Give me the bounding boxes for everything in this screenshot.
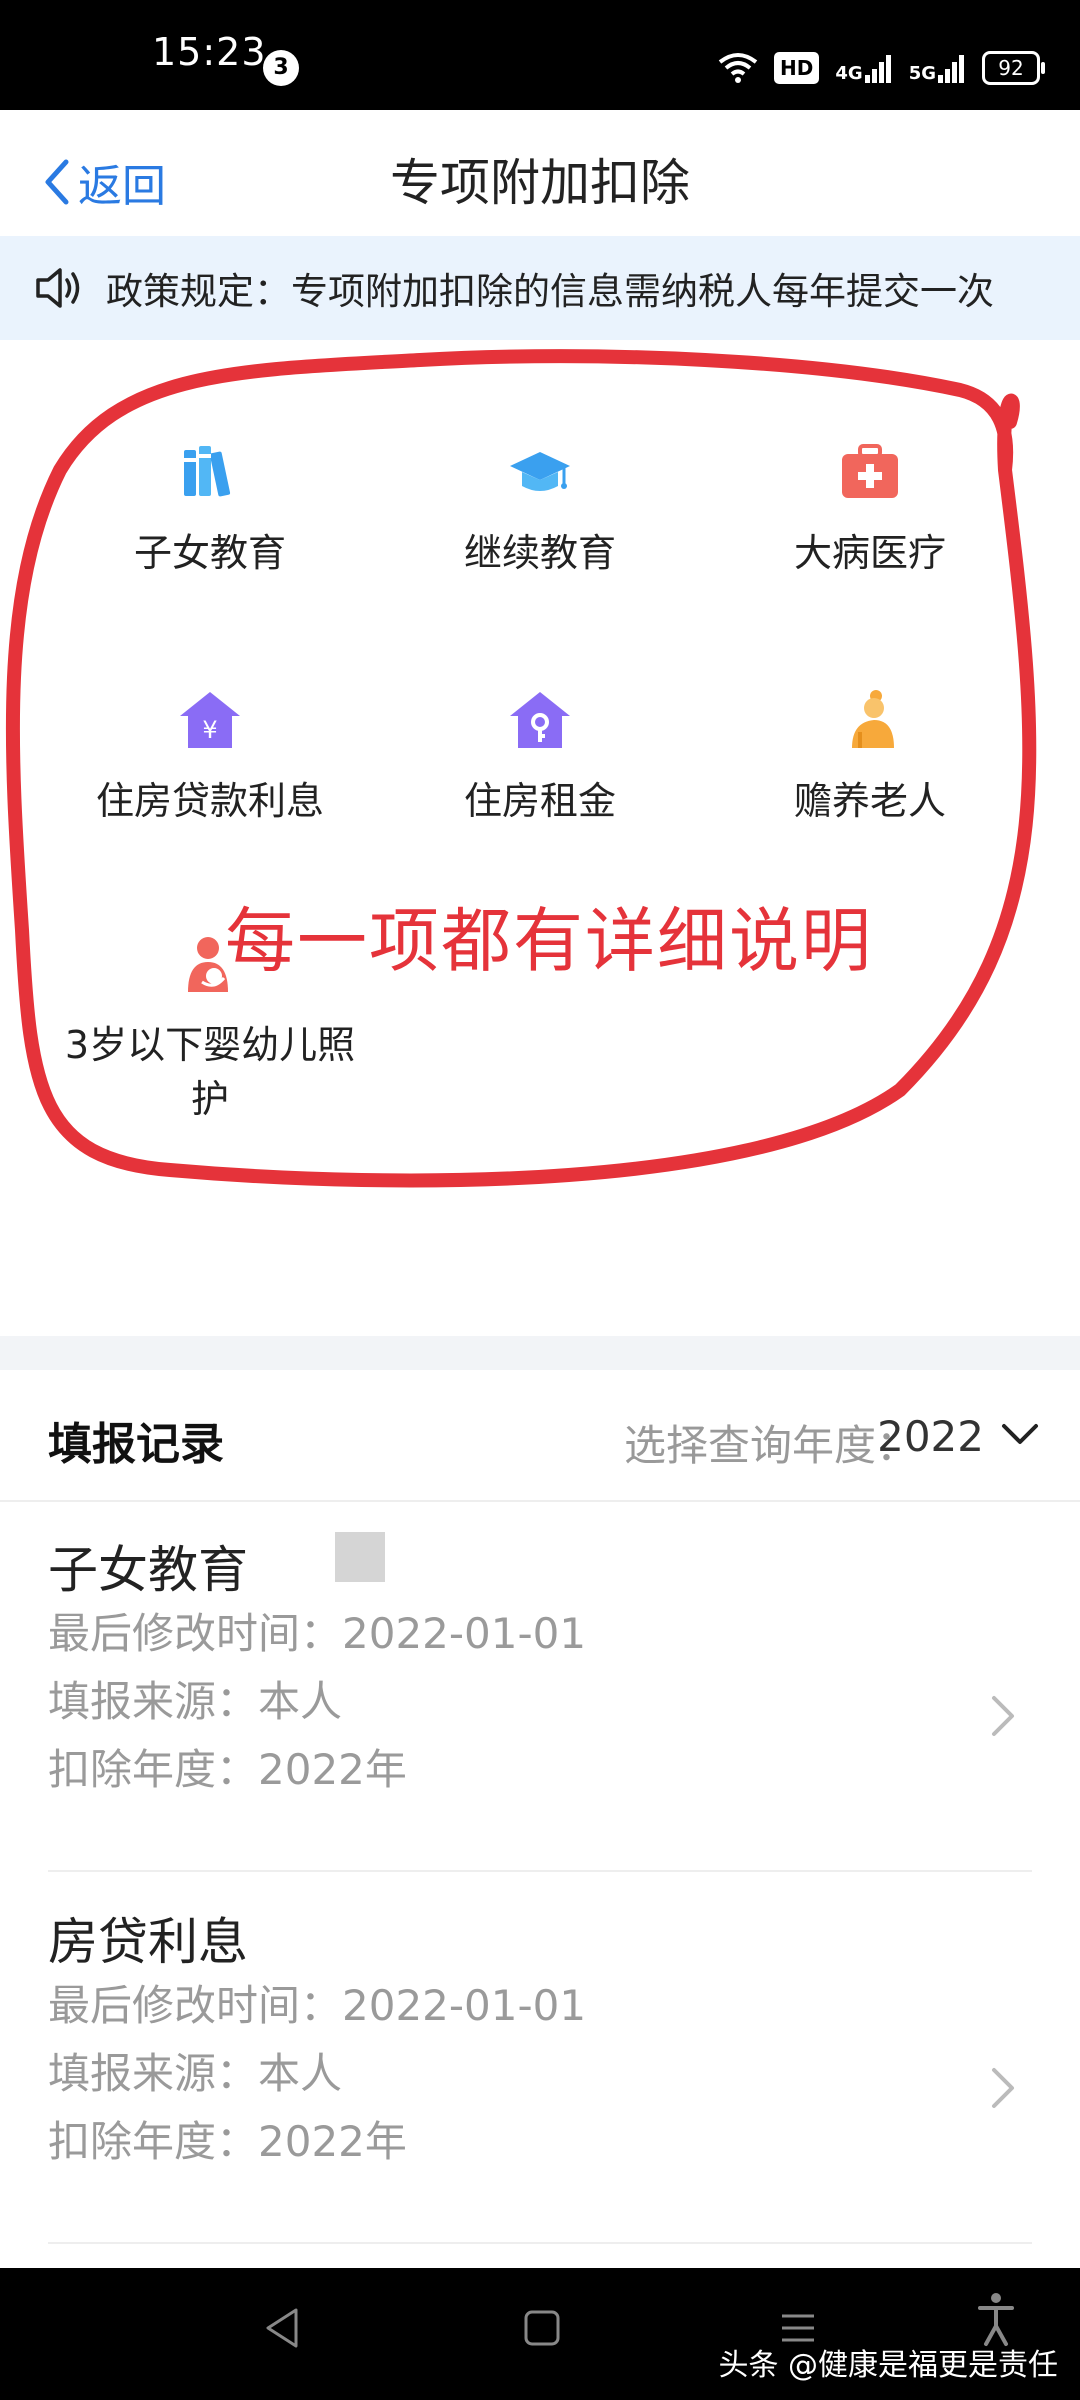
record-source: 填报来源：本人 bbox=[48, 1677, 343, 1726]
policy-notice: 政策规定：专项附加扣除的信息需纳税人每年提交一次 bbox=[0, 236, 1080, 340]
chevron-down-icon[interactable] bbox=[1000, 1422, 1040, 1448]
category-elderly-support[interactable]: 赡养老人 bbox=[720, 688, 1020, 828]
house-yuan-icon: ¥ bbox=[180, 692, 240, 748]
record-year: 扣除年度：2022年 bbox=[48, 2117, 407, 2166]
category-label: 3岁以下婴幼儿照护 bbox=[64, 1023, 356, 1121]
category-housing-loan-interest[interactable]: ¥ 住房贷款利息 bbox=[60, 688, 360, 828]
medical-kit-icon bbox=[842, 444, 898, 498]
signal-5g-icon: 5G bbox=[909, 53, 966, 83]
record-modified: 最后修改时间：2022-01-01 bbox=[48, 1609, 587, 1658]
books-icon bbox=[184, 446, 231, 497]
year-select-label[interactable]: 选择查询年度： bbox=[624, 1412, 918, 1473]
graduation-cap-icon bbox=[510, 452, 570, 491]
record-name: 子女教育 bbox=[48, 1541, 248, 1599]
record-source: 填报来源：本人 bbox=[48, 2049, 343, 2098]
hd-voice-icon: HD bbox=[774, 52, 820, 84]
year-select-value[interactable]: 2022 bbox=[877, 1412, 984, 1461]
annotation-text: 每一项都有详细说明 bbox=[225, 900, 873, 982]
chevron-right-icon bbox=[992, 2068, 1014, 2108]
redacted-area bbox=[335, 1532, 385, 1582]
wifi-icon bbox=[718, 53, 758, 83]
net-type-4g: 4G bbox=[835, 63, 863, 84]
category-label: 住房租金 bbox=[463, 779, 616, 823]
category-label: 子女教育 bbox=[133, 531, 286, 575]
category-continuing-education[interactable]: 继续教育 bbox=[390, 440, 690, 580]
house-key-icon bbox=[510, 692, 570, 748]
record-item[interactable]: 子女教育 最后修改时间：2022-01-01 填报来源：本人 扣除年度：2022… bbox=[48, 1540, 1032, 1872]
category-label: 继续教育 bbox=[463, 531, 616, 575]
status-icons: HD 4G 5G 92 bbox=[718, 46, 1045, 90]
category-label: 大病医疗 bbox=[793, 531, 946, 575]
policy-notice-text: 政策规定：专项附加扣除的信息需纳税人每年提交一次 bbox=[106, 270, 994, 313]
status-time: 15:23 bbox=[152, 30, 267, 74]
category-serious-illness[interactable]: 大病医疗 bbox=[720, 440, 1020, 580]
record-modified: 最后修改时间：2022-01-01 bbox=[48, 1981, 587, 2030]
svg-text:¥: ¥ bbox=[202, 716, 217, 744]
records-title: 填报记录 bbox=[48, 1419, 224, 1470]
home-square-icon[interactable] bbox=[522, 2306, 562, 2350]
battery-icon: 92 bbox=[982, 51, 1045, 85]
section-divider bbox=[0, 1336, 1080, 1370]
category-children-education[interactable]: 子女教育 bbox=[60, 440, 360, 580]
category-housing-rent[interactable]: 住房租金 bbox=[390, 688, 690, 828]
category-label: 住房贷款利息 bbox=[95, 779, 324, 823]
records-header: 填报记录 选择查询年度： 2022 bbox=[0, 1370, 1080, 1502]
elder-icon bbox=[852, 690, 894, 748]
notification-count-badge: 3 bbox=[263, 50, 299, 86]
category-label: 赡养老人 bbox=[793, 779, 946, 823]
record-year: 扣除年度：2022年 bbox=[48, 1745, 407, 1794]
chevron-right-icon bbox=[992, 1696, 1014, 1736]
record-name: 房贷利息 bbox=[48, 1913, 248, 1971]
net-type-5g: 5G bbox=[908, 63, 936, 84]
signal-4g-icon: 4G bbox=[835, 53, 892, 83]
watermark-text: 头条 @健康是福更是责任 bbox=[718, 2348, 1058, 2383]
app-header: 返回 专项附加扣除 bbox=[0, 110, 1080, 236]
speaker-icon bbox=[36, 268, 80, 308]
page-title: 专项附加扣除 bbox=[390, 154, 690, 212]
status-bar: 15:23 3 HD 4G 5G 92 bbox=[0, 0, 1080, 110]
record-item[interactable]: 房贷利息 最后修改时间：2022-01-01 填报来源：本人 扣除年度：2022… bbox=[48, 1912, 1032, 2244]
back-triangle-icon[interactable] bbox=[262, 2306, 302, 2350]
